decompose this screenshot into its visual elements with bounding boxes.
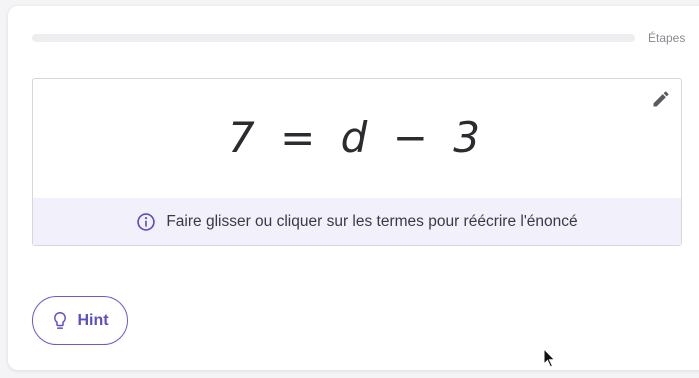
- term-lhs[interactable]: 7: [228, 113, 261, 162]
- term-rhs[interactable]: 3: [453, 113, 486, 162]
- steps-label: Étapes: [648, 31, 686, 45]
- pencil-icon[interactable]: [651, 89, 671, 109]
- equals-sign: =: [280, 113, 322, 162]
- minus-operator[interactable]: −: [393, 113, 434, 162]
- instruction-banner: Faire glisser ou cliquer sur les termes …: [33, 198, 681, 245]
- hint-button[interactable]: Hint: [32, 296, 128, 345]
- term-variable[interactable]: d: [341, 113, 374, 162]
- equation-expression: 7 = d − 3: [33, 113, 681, 162]
- equation-editor: 7 = d − 3 Faire glisser ou cliquer sur l…: [32, 78, 682, 246]
- lightbulb-icon: [54, 311, 67, 329]
- instruction-text: Faire glisser ou cliquer sur les termes …: [166, 212, 578, 230]
- info-circle-icon: [137, 212, 156, 231]
- steps-progress-bar: [32, 34, 635, 42]
- mouse-cursor-icon: [543, 348, 556, 368]
- hint-label: Hint: [77, 311, 109, 329]
